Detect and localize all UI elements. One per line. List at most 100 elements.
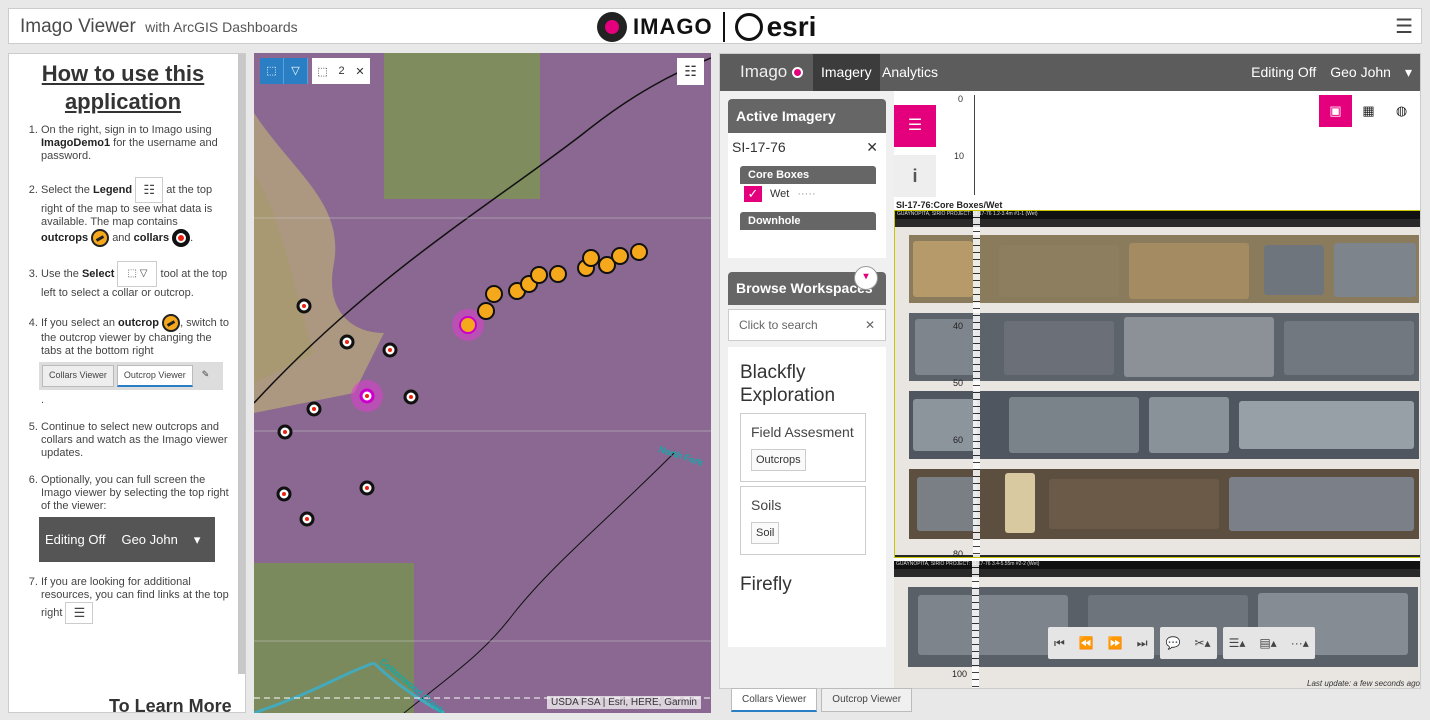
- core-row: [909, 235, 1419, 303]
- scale-ruler: [972, 561, 979, 688]
- esri-logo-text: esri: [766, 11, 817, 42]
- depth-label: 80: [953, 549, 964, 558]
- core-row: [909, 313, 1419, 381]
- hole-id: SI-17-76: [732, 139, 786, 155]
- soil-button[interactable]: Soil: [751, 522, 780, 544]
- core-image-title: SI-17-76:Core Boxes/Wet: [896, 200, 1003, 210]
- tab-analytics[interactable]: Analytics: [874, 54, 946, 91]
- viewer-brand: Imago: [740, 62, 803, 82]
- workspace-search[interactable]: Click to search ✕: [728, 309, 886, 341]
- viewer-sidebar: Active Imagery SI-17-76 ✕ Core Boxes ✓ Wet…: [720, 91, 894, 688]
- tab-collars-viewer[interactable]: Collars Viewer: [731, 688, 818, 712]
- map-view[interactable]: ⬚ ▽ ⬚ 2 ✕ ☷ North Fork Cottonwood Creek US…: [254, 53, 711, 713]
- help-step: On the right, sign in to Imago using Ima…: [41, 124, 231, 163]
- group-title: Soils: [751, 497, 782, 513]
- help-step: Select the Legend ☷ at the top right of …: [41, 177, 231, 247]
- image-viewer[interactable]: ☰ i 0 10 ▣ ▦ ◍ SI-17-76:Core Boxes/Wet G…: [894, 91, 1420, 688]
- playback-toolbar: ⏮ ⏪ ⏩ ⏭ 💬 ✂▴ ☰▴ ▤▴ ···▴: [1048, 627, 1315, 659]
- active-hole: SI-17-76 ✕: [732, 139, 882, 156]
- list-options-icon[interactable]: ☰▴: [1229, 636, 1246, 650]
- clear-search-icon[interactable]: ✕: [865, 318, 875, 332]
- depth-label: 40: [953, 321, 964, 331]
- workspace-name: Blackfly Exploration: [740, 362, 836, 406]
- globe-mode-icon[interactable]: ◍: [1385, 95, 1418, 127]
- user-menu: Editing Off Geo John ▾: [1251, 64, 1412, 81]
- previous-icon[interactable]: ⏪: [1079, 636, 1094, 650]
- list-icon[interactable]: ☰: [894, 105, 936, 147]
- check-icon: ✓: [744, 186, 762, 202]
- esri-logo: esri: [734, 11, 817, 43]
- scale-ruler: [973, 211, 980, 557]
- clear-selection-icon[interactable]: ✕: [355, 65, 364, 78]
- browse-label: Browse Workspaces: [736, 280, 873, 296]
- help-title: How to use this application: [41, 61, 205, 114]
- image-mode-icon[interactable]: ▣: [1319, 95, 1352, 127]
- tab-imagery[interactable]: Imagery: [813, 54, 880, 91]
- parcel-green: [254, 563, 414, 713]
- first-icon[interactable]: ⏮: [1054, 636, 1065, 651]
- map-canvas[interactable]: [254, 53, 711, 713]
- workspace-group: Soils Soil: [740, 486, 866, 555]
- depth-label: 0: [958, 94, 964, 104]
- viewer-tabs: Collars Viewer Outcrop Viewer: [731, 688, 913, 712]
- core-box-image[interactable]: GUAYNOPITA, SIRIO PROJECT: SI-17-76 1.2-…: [894, 210, 1420, 558]
- tools-group: 💬 ✂▴: [1159, 627, 1217, 659]
- comment-icon[interactable]: 💬: [1166, 636, 1181, 650]
- help-dot: .: [41, 394, 45, 406]
- imago-logo-text: IMAGO: [633, 14, 713, 39]
- core-box-image-next[interactable]: GUAYNOPITA, SIRIO PROJECT: SI-17-76 3.4-…: [894, 561, 1420, 688]
- view-mode-switcher: ▣ ▦ ◍: [1319, 95, 1418, 127]
- core-row: [909, 469, 1419, 539]
- example-editing: Editing Off: [45, 532, 106, 547]
- wet-checkbox[interactable]: ✓ Wet ·····: [744, 186, 882, 202]
- depth-ruler: [974, 95, 980, 195]
- outcrop-markers: [459, 243, 648, 334]
- workspace-group: Field Assesment Outcrops: [740, 413, 866, 482]
- outcrops-button[interactable]: Outcrops: [751, 449, 806, 471]
- selection-count-chip[interactable]: ⬚ 2 ✕: [312, 58, 370, 84]
- next-icon[interactable]: ⏩: [1108, 636, 1123, 650]
- select-toolbar: ⬚ ▽ ⬚ 2 ✕: [260, 58, 370, 84]
- film-icon[interactable]: ▤▴: [1259, 636, 1276, 650]
- downhole-header: Downhole: [740, 212, 876, 230]
- select-tool-icon: ⬚ ▽: [117, 261, 158, 287]
- active-imagery-panel: SI-17-76 ✕ Core Boxes ✓ Wet ····· Downhole: [728, 133, 886, 258]
- select-dropdown-button[interactable]: ▽: [284, 58, 308, 84]
- hamburger-icon[interactable]: ☰: [1395, 14, 1413, 39]
- options-group: ☰▴ ▤▴ ···▴: [1222, 627, 1315, 659]
- tab-outcrop-viewer[interactable]: Outcrop Viewer: [821, 688, 913, 712]
- legend-button[interactable]: ☷: [677, 58, 704, 85]
- top-bar: Imago Viewer with ArcGIS Dashboards IMAG…: [8, 8, 1422, 44]
- example-tab-outcrop: Outcrop Viewer: [116, 365, 193, 387]
- esri-globe-icon: [734, 13, 763, 41]
- pencil-icon: ✎: [201, 369, 210, 379]
- fullscreen-example: Editing Off Geo John ▾: [39, 517, 215, 562]
- workspace-name: Firefly: [740, 574, 792, 595]
- info-icon[interactable]: i: [894, 155, 936, 197]
- editing-toggle[interactable]: Editing Off: [1251, 64, 1316, 81]
- tools-icon[interactable]: ✂▴: [1194, 636, 1210, 650]
- search-placeholder: Click to search: [739, 318, 818, 332]
- menu-icon: ☰: [65, 602, 94, 624]
- imago-logo-icon: [597, 12, 627, 42]
- boundary-line: [403, 452, 675, 713]
- dropdown-icon[interactable]: ▾: [854, 266, 878, 290]
- grid-mode-icon[interactable]: ▦: [1352, 95, 1385, 127]
- active-imagery-header: Active Imagery: [728, 99, 886, 133]
- core-row: [909, 391, 1419, 459]
- browse-workspaces-header: Browse Workspaces ▾: [728, 266, 886, 305]
- example-tab-collars: Collars Viewer: [42, 365, 114, 387]
- last-icon[interactable]: ⏭: [1137, 636, 1148, 651]
- outcrop-icon: [91, 229, 110, 247]
- help-scrollbar[interactable]: [238, 54, 245, 674]
- logo-divider: [722, 12, 725, 42]
- select-tool-button[interactable]: ⬚: [260, 58, 284, 84]
- close-icon[interactable]: ✕: [866, 139, 878, 156]
- user-name[interactable]: Geo John: [1330, 64, 1391, 81]
- more-icon[interactable]: ···▴: [1291, 636, 1309, 650]
- selection-icon: ⬚: [317, 65, 328, 78]
- depth-label: 50: [953, 378, 964, 388]
- navigation-group: ⏮ ⏪ ⏩ ⏭: [1048, 627, 1154, 659]
- depth-label: 100: [952, 669, 968, 679]
- caret-down-icon[interactable]: ▾: [1405, 64, 1412, 81]
